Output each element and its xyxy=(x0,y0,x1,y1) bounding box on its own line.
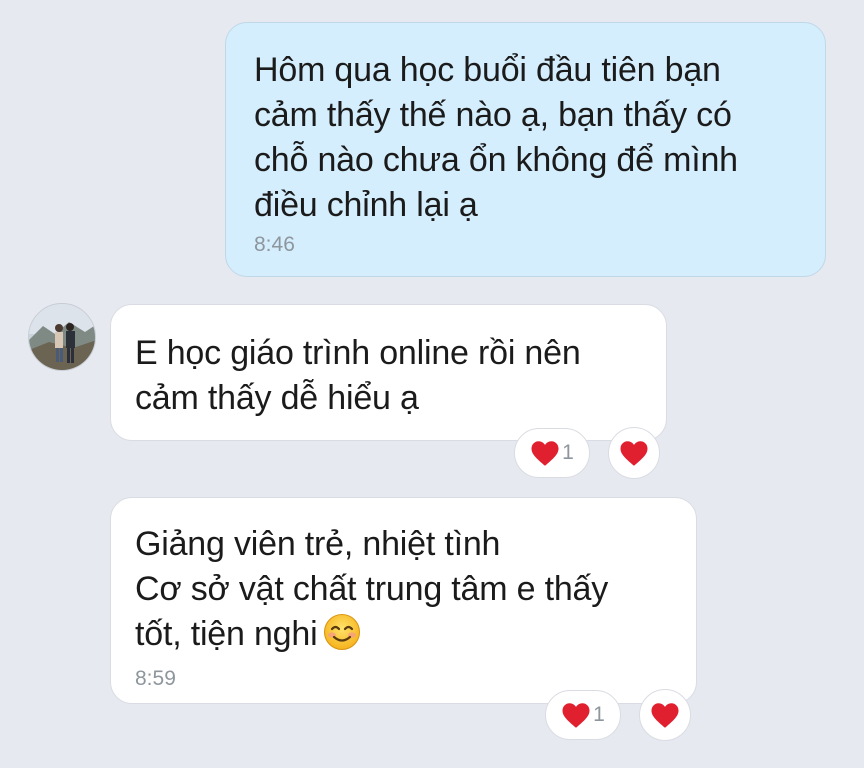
heart-reaction-button[interactable] xyxy=(608,427,660,479)
outgoing-message-bubble[interactable]: Hôm qua học buổi đầu tiên bạn cảm thấy t… xyxy=(225,22,826,277)
message-text: Giảng viên trẻ, nhiệt tình Cơ sở vật chấ… xyxy=(135,522,670,663)
avatar-photo xyxy=(29,304,95,370)
message-text: Hôm qua học buổi đầu tiên bạn cảm thấy t… xyxy=(254,51,738,224)
heart-icon xyxy=(561,702,591,729)
reaction-count-badge[interactable]: 1 xyxy=(545,690,621,740)
smiling-face-icon xyxy=(323,613,361,663)
reaction-count: 1 xyxy=(562,441,574,464)
message-timestamp: 8:59 xyxy=(135,667,176,690)
reaction-count-badge[interactable]: 1 xyxy=(514,428,590,478)
heart-icon xyxy=(530,440,560,467)
message-text-content: Giảng viên trẻ, nhiệt tình Cơ sở vật chấ… xyxy=(135,525,609,653)
heart-icon xyxy=(619,440,649,467)
reaction-count: 1 xyxy=(593,703,605,726)
incoming-message-bubble[interactable]: Giảng viên trẻ, nhiệt tình Cơ sở vật chấ… xyxy=(110,497,697,704)
message-text: E học giáo trình online rồi nên cảm thấy… xyxy=(135,334,581,417)
avatar[interactable] xyxy=(28,303,96,371)
heart-reaction-button[interactable] xyxy=(639,689,691,741)
message-timestamp: 8:46 xyxy=(254,233,295,256)
heart-icon xyxy=(650,702,680,729)
incoming-message-bubble[interactable]: E học giáo trình online rồi nên cảm thấy… xyxy=(110,304,667,441)
